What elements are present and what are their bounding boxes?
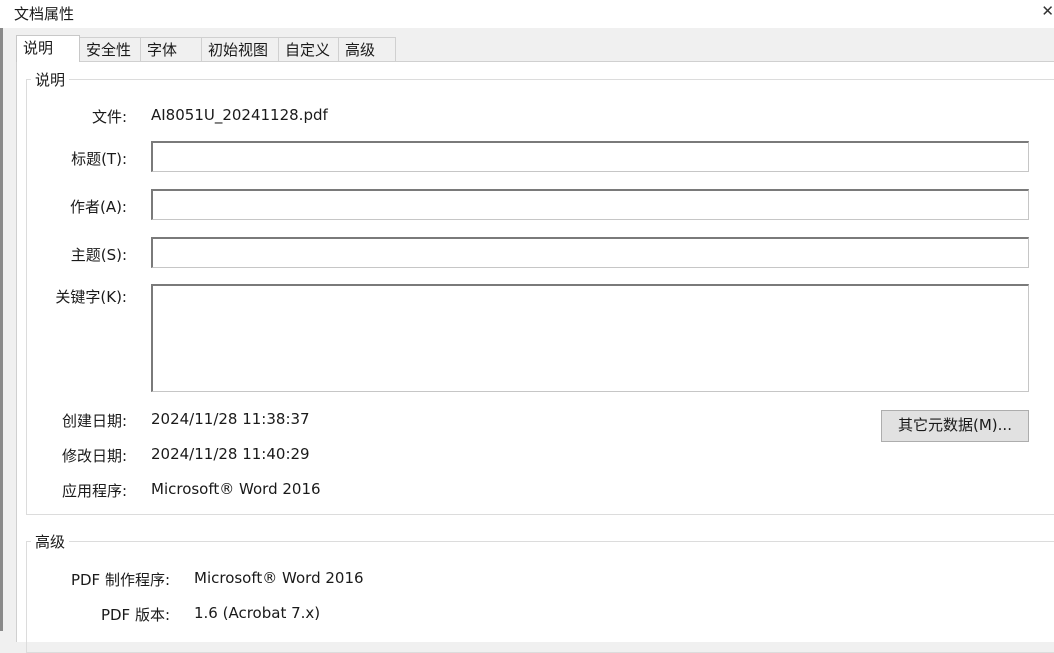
window-title: 文档属性 xyxy=(14,5,75,23)
tab-security[interactable]: 安全性 xyxy=(79,37,141,61)
more-metadata-button[interactable]: 其它元数据(M)... xyxy=(881,410,1029,442)
title-label: 标题(T): xyxy=(71,150,127,168)
tab-strip: 说明 安全性 字体 初始视图 自定义 高级 xyxy=(16,35,396,62)
close-icon[interactable]: ✕ xyxy=(1041,2,1054,20)
pdf-version-label: PDF 版本: xyxy=(100,606,170,624)
tab-custom[interactable]: 自定义 xyxy=(278,37,339,61)
keywords-field[interactable] xyxy=(151,284,1029,392)
tab-initial-view[interactable]: 初始视图 xyxy=(201,37,279,61)
created-label: 创建日期: xyxy=(61,412,127,430)
application-label: 应用程序: xyxy=(61,482,127,500)
advanced-group xyxy=(26,541,1054,653)
tab-description[interactable]: 说明 xyxy=(16,35,80,62)
advanced-legend: 高级 xyxy=(31,531,70,552)
window-left-edge xyxy=(0,0,3,631)
pdf-version-value: 1.6 (Acrobat 7.x) xyxy=(194,604,321,622)
tab-panel: 说明 文件: AI8051U_20241128.pdf 标题(T): 作者(A)… xyxy=(16,61,1054,653)
pdf-producer-value: Microsoft® Word 2016 xyxy=(194,569,364,587)
modified-label: 修改日期: xyxy=(61,447,127,465)
subject-label: 主题(S): xyxy=(70,246,127,264)
file-label: 文件: xyxy=(91,108,127,126)
tab-advanced[interactable]: 高级 xyxy=(338,37,396,61)
author-field[interactable] xyxy=(151,189,1029,220)
title-bar: 文档属性 ✕ xyxy=(0,0,1054,28)
title-field[interactable] xyxy=(151,141,1029,172)
author-label: 作者(A): xyxy=(69,198,127,216)
created-value: 2024/11/28 11:38:37 xyxy=(151,410,310,428)
keywords-label: 关键字(K): xyxy=(55,288,127,306)
pdf-producer-label: PDF 制作程序: xyxy=(70,571,170,589)
description-legend: 说明 xyxy=(31,69,70,90)
tab-fonts[interactable]: 字体 xyxy=(140,37,202,61)
file-value: AI8051U_20241128.pdf xyxy=(151,106,328,124)
application-value: Microsoft® Word 2016 xyxy=(151,480,321,498)
modified-value: 2024/11/28 11:40:29 xyxy=(151,445,310,463)
subject-field[interactable] xyxy=(151,237,1029,268)
